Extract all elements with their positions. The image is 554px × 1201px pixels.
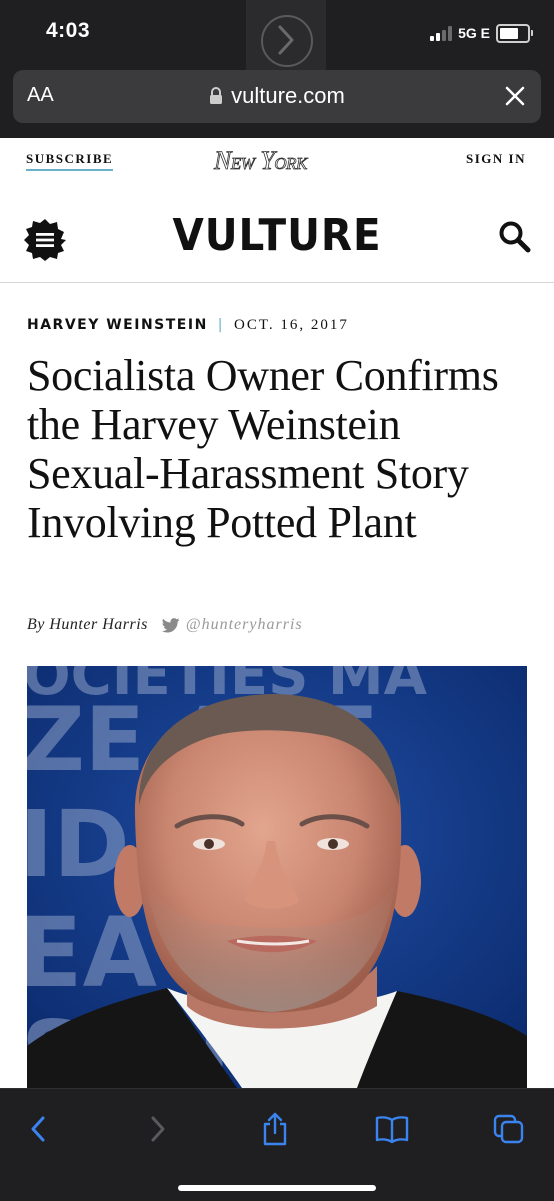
twitter-icon: [161, 617, 180, 633]
tabs-button[interactable]: [489, 1111, 529, 1147]
status-and-url-bar: 4:03 5G E AA vulture.com: [0, 0, 554, 138]
kicker-divider: |: [217, 317, 225, 333]
close-icon[interactable]: [503, 84, 527, 108]
subscribe-link[interactable]: SUBSCRIBE: [26, 151, 114, 171]
forward-icon: [151, 1116, 165, 1142]
lock-icon: [210, 87, 223, 104]
chevron-right-icon: [278, 25, 294, 55]
share-icon: [263, 1112, 287, 1146]
topic-tag[interactable]: HARVEY WEINSTEIN: [27, 317, 208, 333]
cell-signal-icon: [430, 25, 453, 41]
back-button[interactable]: [18, 1111, 58, 1147]
twitter-handle[interactable]: @hunteryharris: [186, 616, 303, 634]
address-bar[interactable]: AA vulture.com: [13, 70, 541, 123]
battery-icon: [496, 23, 533, 43]
url-text: vulture.com: [231, 83, 345, 108]
author-name[interactable]: By Hunter Harris: [27, 616, 148, 634]
back-icon: [31, 1116, 45, 1142]
status-indicators: 5G E: [430, 22, 533, 44]
search-icon[interactable]: [498, 220, 532, 254]
nymag-bar: SUBSCRIBE NEW YORK SIGN IN: [0, 138, 554, 194]
new-york-logo[interactable]: NEW YORK: [214, 146, 308, 176]
browser-toolbar: [0, 1088, 554, 1201]
hero-image: OCIETIES MA ZE AKT ID TAI EA OU SO MA: [27, 666, 527, 1088]
article-date: OCT. 16, 2017: [234, 317, 349, 333]
network-type: 5G E: [458, 25, 490, 41]
hero-photo: OCIETIES MA ZE AKT ID TAI EA OU SO MA: [27, 666, 527, 1088]
sign-in-link[interactable]: SIGN IN: [466, 151, 526, 167]
forward-button[interactable]: [138, 1111, 178, 1147]
vulture-logo[interactable]: VULTURE: [22, 210, 532, 261]
status-time: 4:03: [46, 19, 91, 42]
bookmarks-button[interactable]: [372, 1111, 412, 1147]
forward-gesture-pill[interactable]: [246, 0, 326, 80]
share-button[interactable]: [255, 1111, 295, 1147]
url-field[interactable]: vulture.com: [13, 83, 541, 109]
byline: By Hunter Harris @hunteryharris: [27, 616, 303, 634]
home-indicator[interactable]: [178, 1185, 376, 1191]
vulture-header: VULTURE: [0, 194, 554, 283]
tabs-icon: [493, 1114, 524, 1144]
article-headline: Socialista Owner Confirms the Harvey Wei…: [27, 351, 499, 547]
article-kicker: HARVEY WEINSTEIN | OCT. 16, 2017: [27, 317, 349, 334]
bookmarks-icon: [375, 1116, 409, 1144]
